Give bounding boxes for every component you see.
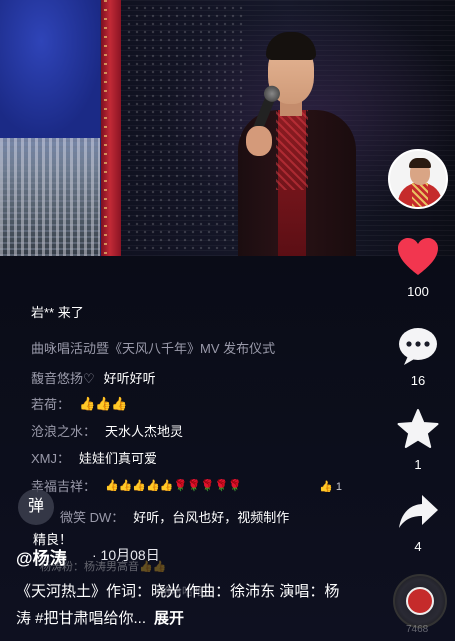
thumb-up-icon: 👍 <box>319 481 333 493</box>
author-name[interactable]: @杨涛 <box>16 544 67 569</box>
comment-button[interactable]: 16 <box>388 326 448 388</box>
music-cover-icon <box>406 587 434 615</box>
comment-user: 曲咏唱活动暨《天风八千年》MV 发布仪式 <box>31 341 276 356</box>
heart-icon <box>398 238 438 275</box>
expand-button[interactable]: 展开 <box>154 610 184 627</box>
share-button[interactable]: 4 <box>388 492 448 554</box>
comment-item: 幸福吉祥： 👍👍👍👍👍🌹🌹🌹🌹🌹 <box>31 476 242 495</box>
favorite-button[interactable]: 1 <box>388 408 448 472</box>
comment-user: 馥音悠扬♡ <box>31 371 95 386</box>
danmaku-toggle-button[interactable]: 弹 <box>18 489 54 525</box>
extra-count: 7468 <box>406 624 429 635</box>
video-description: 《天河热土》作词：晓光 作曲：徐沛东 演唱：杨涛 #把甘肃唱给你... 展开 <box>16 578 346 632</box>
comment-text: 娃娃们真可爱 <box>79 451 158 466</box>
comment-text: 👍👍👍 <box>79 395 128 411</box>
comment-item: 沧浪之水： 天水人杰地灵 <box>31 421 183 440</box>
comment-text: 好听，台风也好，视频制作 <box>133 510 290 525</box>
post-date: · 10月08日 <box>92 547 160 563</box>
video-player[interactable] <box>0 0 455 256</box>
star-icon <box>397 409 439 448</box>
comment-user: XMJ： <box>31 451 71 466</box>
stage-lights <box>125 4 245 254</box>
share-arrow-icon <box>399 495 438 528</box>
comment-count: 16 <box>410 373 426 388</box>
comment-item: 若荷： 👍👍👍 <box>31 394 128 413</box>
comment-text: 好听好听 <box>103 371 156 386</box>
comment-user: 沧浪之水： <box>31 424 97 439</box>
comment-item: 馥音悠扬♡ 好听好听 <box>31 368 156 387</box>
comment-item: 微笑 DW： 好听，台风也好，视频制作 <box>60 507 289 526</box>
comment-bubble-icon <box>399 328 437 365</box>
comment-like[interactable]: 👍 1 <box>319 480 342 493</box>
comment-item: 曲咏唱活动暨《天风八千年》MV 发布仪式 <box>31 338 284 357</box>
stage-led-screen <box>0 0 104 256</box>
comment-user: 微笑 DW： <box>60 510 125 525</box>
favorite-count: 1 <box>414 457 422 472</box>
like-count: 100 <box>407 284 429 299</box>
comment-text: 👍👍👍👍👍🌹🌹🌹🌹🌹 <box>105 480 242 492</box>
like-button[interactable]: 100 <box>388 237 448 299</box>
comment-like-count: 1 <box>335 481 342 493</box>
comment-item: 岩** 来了 <box>31 302 93 321</box>
comment-user: 岩** 来了 <box>31 305 84 320</box>
share-count: 4 <box>414 539 422 554</box>
comment-user: 若荷： <box>31 397 71 412</box>
comment-text: 天水人杰地灵 <box>105 424 184 439</box>
stage-pillar <box>101 0 121 256</box>
comment-item: XMJ： 娃娃们真可爱 <box>31 448 157 467</box>
singer-figure <box>232 30 362 256</box>
author-avatar[interactable] <box>388 149 448 209</box>
music-disc[interactable] <box>393 574 447 628</box>
